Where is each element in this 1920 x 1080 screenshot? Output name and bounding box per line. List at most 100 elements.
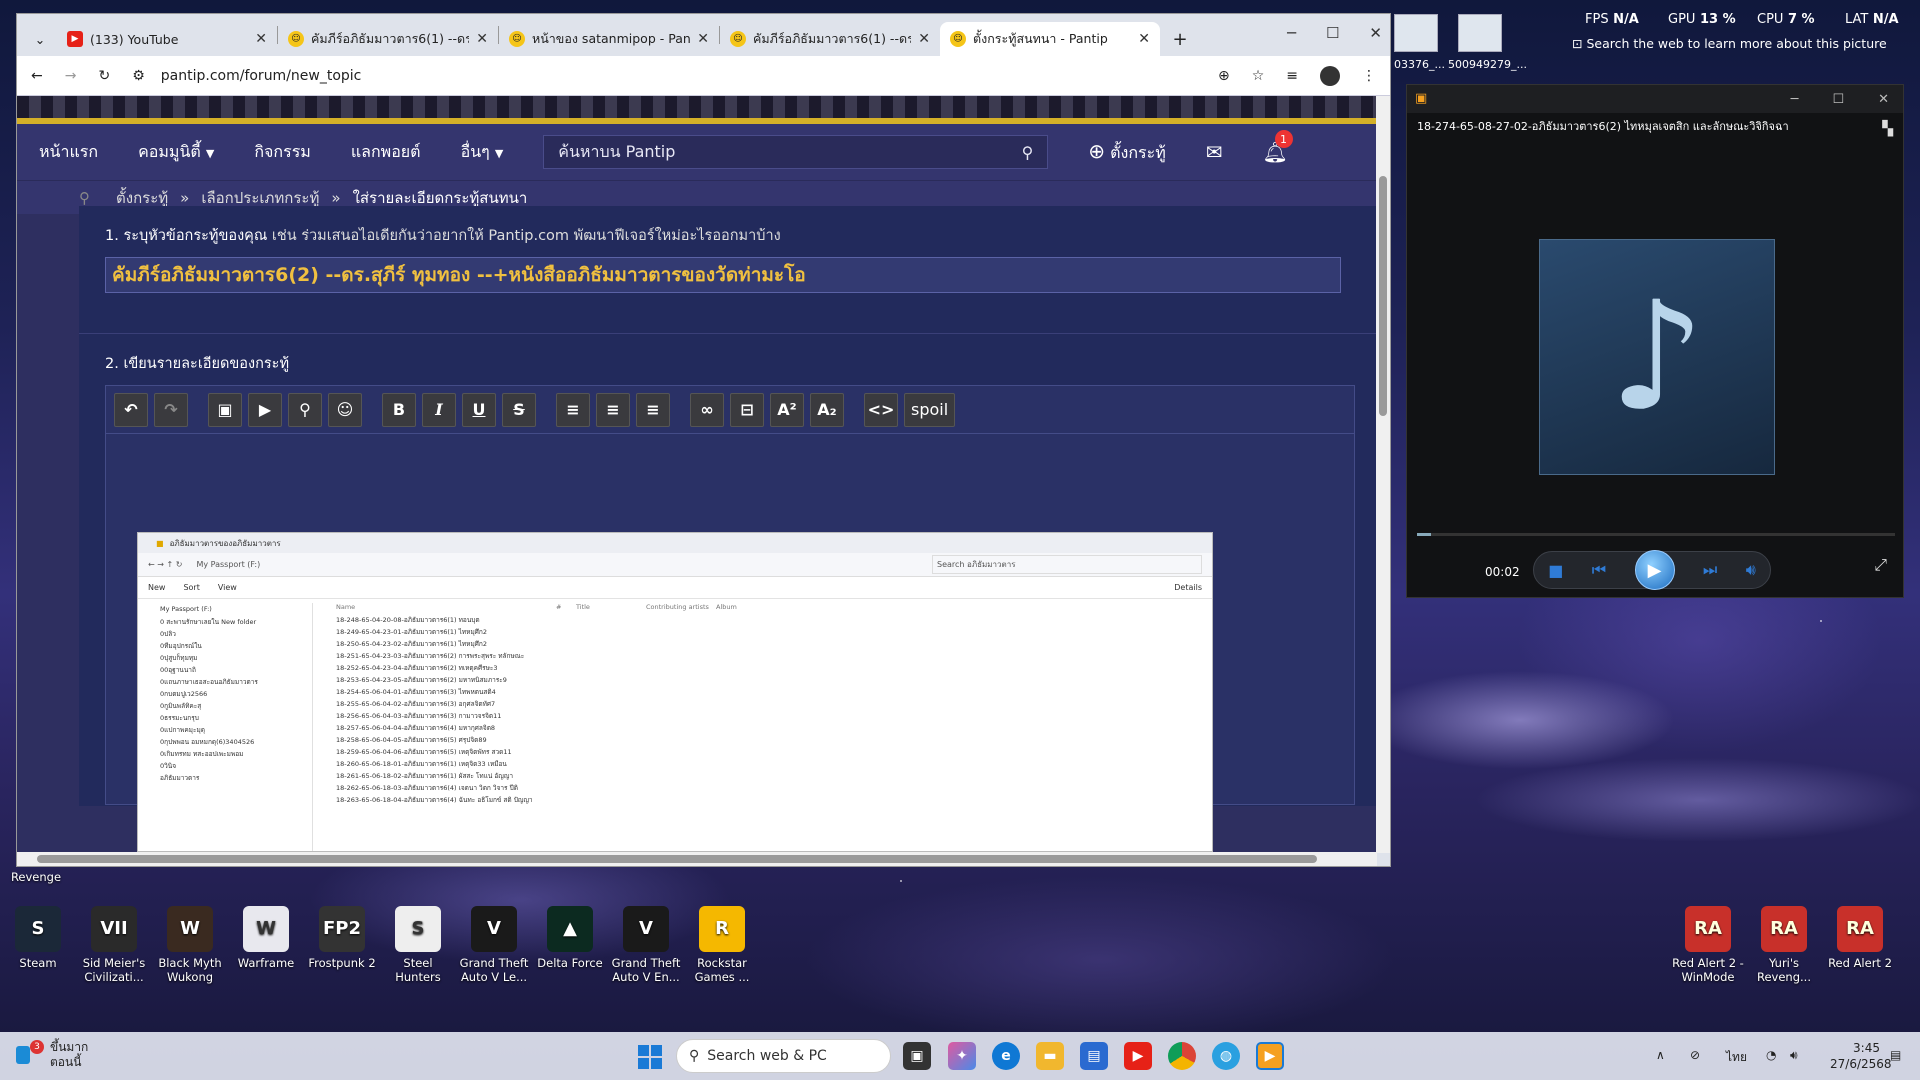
insert-youtube-button[interactable]: ▶: [248, 392, 282, 427]
tab-pantip-1[interactable]: ☺ คัมภีร์อภิธัมมาวตาร6(1) --ดร.สุภ ✕: [278, 22, 498, 56]
tab-search-button[interactable]: ⌄: [23, 22, 57, 56]
italic-button[interactable]: I: [422, 392, 456, 427]
volume-tray-icon[interactable]: 🔊︎: [1790, 1048, 1798, 1063]
language-indicator[interactable]: ไทย: [1726, 1048, 1747, 1067]
superscript-button[interactable]: A²: [770, 392, 804, 427]
store-icon[interactable]: ▤: [1080, 1042, 1108, 1070]
reload-icon[interactable]: ↻: [98, 68, 110, 84]
close-window-icon[interactable]: ✕: [1878, 92, 1889, 107]
desktop-thumbnail-1[interactable]: [1394, 14, 1438, 52]
notification-center-icon[interactable]: ▤: [1890, 1048, 1901, 1062]
maximize-icon[interactable]: ☐: [1326, 24, 1339, 42]
menu-kebab-icon[interactable]: ⋮: [1362, 68, 1376, 84]
nav-activities[interactable]: กิจกรรม: [254, 140, 310, 165]
nav-points[interactable]: แลกพอยต์: [351, 140, 421, 165]
close-icon[interactable]: ✕: [918, 31, 930, 47]
close-icon[interactable]: ✕: [1138, 31, 1150, 47]
start-button[interactable]: [638, 1045, 662, 1069]
edge-icon[interactable]: e: [992, 1042, 1020, 1070]
minimize-icon[interactable]: ─: [1287, 24, 1296, 42]
task-view-icon[interactable]: ▣: [903, 1042, 931, 1070]
tab-pantip-new-topic[interactable]: ☺ ตั้งกระทู้สนทนา - Pantip ✕: [940, 22, 1160, 56]
nav-community[interactable]: คอมมูนิตี้ ▼: [138, 140, 214, 165]
previous-icon[interactable]: ⏮: [1592, 560, 1606, 580]
desktop-icon[interactable]: RA Red Alert 2 - WinMode: [1672, 906, 1744, 984]
switch-library-icon[interactable]: ▚: [1882, 121, 1893, 137]
taskbar-search[interactable]: ⚲ Search web & PC: [676, 1039, 891, 1073]
next-icon[interactable]: ⏭: [1703, 560, 1717, 580]
notification-bell-icon[interactable]: 🔔︎ 1: [1263, 130, 1293, 164]
close-icon[interactable]: ✕: [697, 31, 709, 47]
volume-icon[interactable]: 🔊︎: [1746, 560, 1756, 580]
seek-bar[interactable]: [1417, 533, 1895, 536]
tab-pantip-2[interactable]: ☺ หน้าของ satanmipop - Pantip ✕: [499, 22, 719, 56]
browser-globe-icon[interactable]: ◍: [1212, 1042, 1240, 1070]
desktop-icon[interactable]: W Warframe: [230, 906, 302, 970]
undo-button[interactable]: ↶: [114, 392, 148, 427]
new-topic-button[interactable]: ⊕ ตั้งกระทู้: [1088, 139, 1165, 166]
youtube-app-icon[interactable]: ▶: [1124, 1042, 1152, 1070]
nav-more[interactable]: อื่นๆ ▼: [461, 140, 504, 165]
wifi-icon[interactable]: ◔: [1766, 1048, 1776, 1062]
strikethrough-button[interactable]: S: [502, 392, 536, 427]
copilot-icon[interactable]: ✦: [948, 1042, 976, 1070]
desktop-icon[interactable]: VII Sid Meier's Civilizati...: [78, 906, 150, 984]
visual-search-hint[interactable]: ⊡ Search the web to learn more about thi…: [1572, 36, 1887, 51]
media-player-taskbar-icon[interactable]: ▶: [1256, 1042, 1284, 1070]
horizontal-scrollbar[interactable]: [17, 852, 1377, 866]
media-control-icon[interactable]: ≡: [1286, 68, 1298, 84]
close-icon[interactable]: ✕: [476, 31, 488, 47]
horizontal-rule-button[interactable]: ⊟: [730, 392, 764, 427]
new-tab-button[interactable]: +: [1160, 22, 1200, 56]
weather-widget[interactable]: 3 ขึ้นมาก ตอนนี้: [16, 1040, 88, 1070]
close-window-icon[interactable]: ✕: [1369, 24, 1382, 42]
chrome-icon[interactable]: [1168, 1042, 1196, 1070]
nav-home[interactable]: หน้าแรก: [39, 140, 98, 165]
desktop-icon[interactable]: V Grand Theft Auto V En...: [610, 906, 682, 984]
code-button[interactable]: <>: [864, 392, 898, 427]
insert-link-button[interactable]: ∞: [690, 392, 724, 427]
spoil-button[interactable]: spoil: [904, 392, 956, 427]
maximize-icon[interactable]: ☐: [1832, 92, 1844, 107]
forward-icon[interactable]: →: [65, 68, 77, 84]
desktop-icon[interactable]: R Rockstar Games ...: [686, 906, 758, 984]
desktop-icon[interactable]: V Grand Theft Auto V Le...: [458, 906, 530, 984]
clock[interactable]: 3:45 27/6/2568: [1830, 1040, 1892, 1072]
bold-button[interactable]: B: [382, 392, 416, 427]
close-icon[interactable]: ✕: [255, 31, 267, 47]
redo-button[interactable]: ↷: [154, 392, 188, 427]
align-left-button[interactable]: ≡: [556, 392, 590, 427]
tab-youtube[interactable]: ▶ (133) YouTube ✕: [57, 22, 277, 56]
subscript-button[interactable]: A₂: [810, 392, 844, 427]
align-center-button[interactable]: ≡: [596, 392, 630, 427]
url-field[interactable]: pantip.com/forum/new_topic: [161, 68, 1196, 84]
insert-emoji-button[interactable]: ☺: [328, 392, 362, 427]
desktop-thumbnail-2[interactable]: [1458, 14, 1502, 52]
network-off-icon[interactable]: ⊘: [1690, 1048, 1700, 1062]
desktop-icon[interactable]: FP2 Frostpunk 2: [306, 906, 378, 970]
fullscreen-icon[interactable]: ⤢: [1874, 555, 1887, 575]
play-button[interactable]: ▶: [1634, 550, 1675, 590]
back-icon[interactable]: ←: [31, 68, 43, 84]
minimize-icon[interactable]: ─: [1791, 92, 1799, 107]
tray-overflow-icon[interactable]: ∧: [1656, 1048, 1665, 1062]
bookmark-star-icon[interactable]: ☆: [1252, 68, 1265, 84]
zoom-icon[interactable]: ⊕: [1218, 68, 1230, 84]
topic-title-input[interactable]: คัมภีร์อภิธัมมาวตาร6(2) --ดร.สุภีร์ ทุมท…: [105, 257, 1341, 293]
desktop-icon[interactable]: S Steam: [2, 906, 74, 970]
desktop-icon[interactable]: RA Yuri's Reveng...: [1748, 906, 1820, 984]
desktop-icon[interactable]: ▲ Delta Force: [534, 906, 606, 970]
site-info-icon[interactable]: ⚙: [132, 68, 145, 84]
align-right-button[interactable]: ≡: [636, 392, 670, 427]
underline-button[interactable]: U: [462, 392, 496, 427]
pantip-search-input[interactable]: ค้นหาบน Pantip ⚲: [543, 135, 1049, 169]
desktop-icon-revenge[interactable]: Revenge: [0, 870, 72, 884]
insert-map-button[interactable]: ⚲: [288, 392, 322, 427]
vertical-scrollbar[interactable]: [1376, 96, 1390, 853]
profile-avatar[interactable]: [1320, 65, 1340, 86]
desktop-icon[interactable]: W Black Myth Wukong: [154, 906, 226, 984]
file-explorer-icon[interactable]: ▬: [1036, 1042, 1064, 1070]
stop-icon[interactable]: ■: [1548, 561, 1563, 580]
mail-icon[interactable]: ✉: [1206, 140, 1223, 164]
tab-pantip-3[interactable]: ☺ คัมภีร์อภิธัมมาวตาร6(1) --ดร.สุภ ✕: [720, 22, 940, 56]
